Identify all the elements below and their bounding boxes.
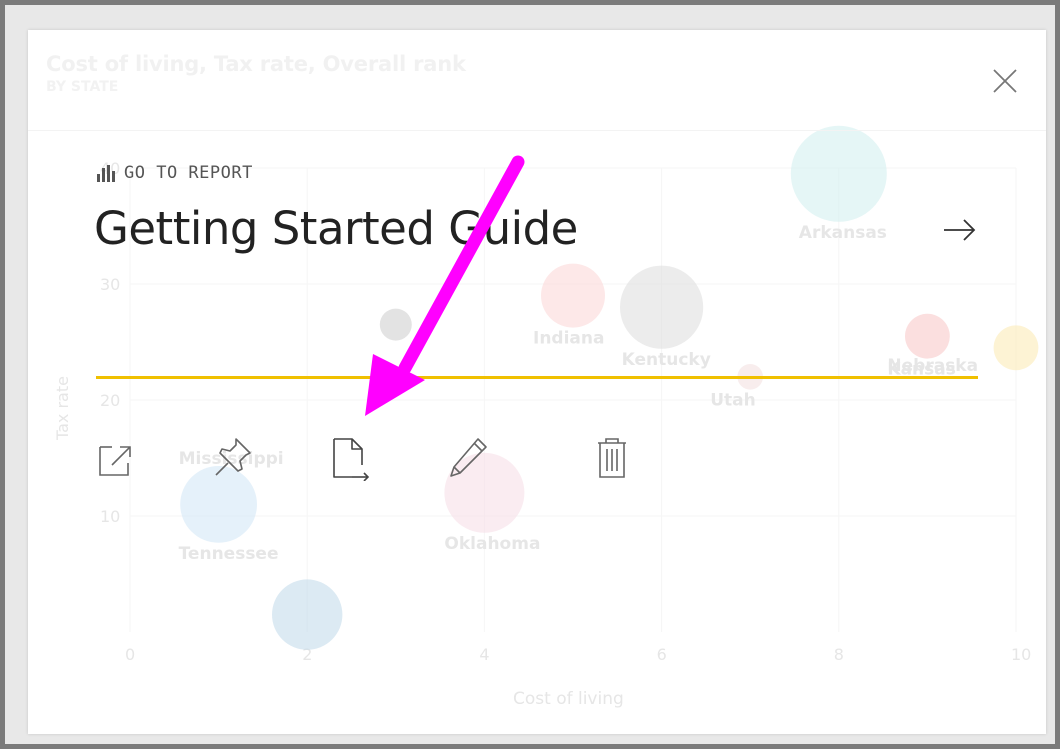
focus-tile: 10 20 30 40 0 2 4 6 8 10 Cost of living Tax rate Ark…: [28, 30, 1046, 734]
pencil-icon: [450, 438, 487, 477]
go-to-report-link[interactable]: GO TO REPORT: [96, 163, 253, 183]
y-axis-label: Tax rate: [53, 376, 72, 441]
go-to-report-label: GO TO REPORT: [124, 163, 253, 183]
bubble-label: Oklahoma: [444, 534, 540, 554]
bubble: [541, 263, 605, 328]
bubble: [620, 265, 704, 349]
close-button[interactable]: [988, 64, 1024, 100]
bubble: [993, 325, 1039, 371]
bubble: [905, 313, 950, 359]
x-tick-label: 8: [834, 645, 844, 664]
arrow-right-icon: [944, 219, 976, 241]
close-icon: [993, 69, 1017, 93]
expand-icon: [99, 446, 131, 476]
x-tick-label: 4: [479, 645, 489, 664]
export-data-icon: [333, 438, 370, 482]
bubble: [790, 125, 887, 222]
x-tick-label: 10: [1011, 645, 1031, 664]
pin-button[interactable]: [210, 435, 251, 481]
bubble-label: Kentucky: [622, 350, 711, 370]
x-tick-label: 6: [657, 645, 667, 664]
bar-chart-icon: [97, 165, 115, 182]
bubble: [379, 308, 412, 341]
x-tick-label: 0: [125, 645, 135, 664]
tile-header: Cost of living, Tax rate, Overall rank B…: [46, 52, 466, 95]
tile-title: Cost of living, Tax rate, Overall rank: [46, 52, 466, 76]
expand-button[interactable]: [96, 435, 136, 481]
header-divider: [28, 130, 1046, 131]
highlight-line: [96, 376, 978, 379]
y-tick-label: 10: [100, 507, 120, 526]
bubble-label: Indiana: [533, 329, 604, 349]
report-title[interactable]: Getting Started Guide: [94, 202, 578, 255]
export-button[interactable]: [328, 435, 370, 482]
bubble-label: Arkansas: [799, 223, 887, 243]
x-axis-label: Cost of living: [513, 689, 624, 709]
trash-icon: [598, 438, 626, 478]
bubble-chart: 102030400 2 4 6 8 10Cost of livingTax rateArk…: [53, 125, 1039, 709]
bubble: [272, 579, 343, 650]
pin-icon: [215, 438, 251, 476]
y-tick-label: 20: [100, 391, 120, 410]
delete-button[interactable]: [592, 435, 632, 481]
bubble-label: Tennessee: [179, 544, 279, 564]
tile-subtitle: BY STATE: [46, 79, 119, 95]
bubble-label: Utah: [710, 391, 756, 411]
open-report-button[interactable]: [940, 212, 980, 248]
edit-button[interactable]: [446, 435, 487, 481]
bubble-label: Nebraska: [887, 356, 978, 376]
y-tick-label: 30: [100, 275, 120, 294]
